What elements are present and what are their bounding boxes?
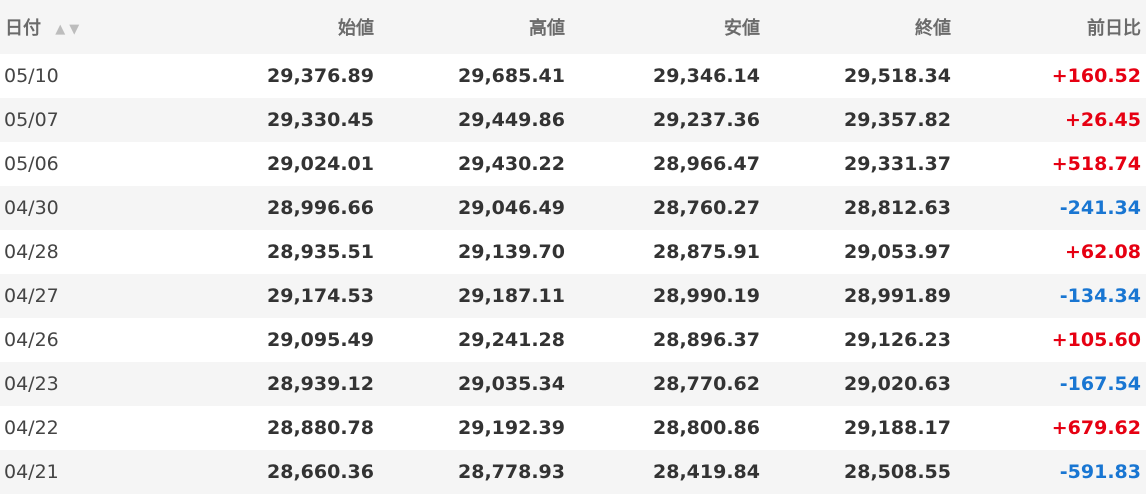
cell-open: 29,095.49 <box>180 318 377 362</box>
table-row: 04/22 28,880.78 29,192.39 28,800.86 29,1… <box>0 406 1146 450</box>
cell-close: 29,331.37 <box>762 142 954 186</box>
cell-change: +62.08 <box>954 230 1146 274</box>
cell-low: 28,760.27 <box>569 186 762 230</box>
cell-date: 04/27 <box>0 274 180 318</box>
table-row: 04/30 28,996.66 29,046.49 28,760.27 28,8… <box>0 186 1146 230</box>
sort-arrows[interactable]: ▲▼ <box>55 22 83 37</box>
table-row: 04/27 29,174.53 29,187.11 28,990.19 28,9… <box>0 274 1146 318</box>
cell-high: 29,241.28 <box>377 318 569 362</box>
cell-open: 28,880.78 <box>180 406 377 450</box>
table-row: 04/21 28,660.36 28,778.93 28,419.84 28,5… <box>0 450 1146 494</box>
cell-low: 28,419.84 <box>569 450 762 494</box>
header-low[interactable]: 安値 <box>569 0 762 54</box>
cell-open: 28,935.51 <box>180 230 377 274</box>
cell-open: 28,939.12 <box>180 362 377 406</box>
cell-date: 04/23 <box>0 362 180 406</box>
cell-open: 29,024.01 <box>180 142 377 186</box>
cell-change: -167.54 <box>954 362 1146 406</box>
cell-high: 29,139.70 <box>377 230 569 274</box>
cell-change: -134.34 <box>954 274 1146 318</box>
cell-date: 05/07 <box>0 98 180 142</box>
triangle-up-icon[interactable]: ▲ <box>55 22 69 37</box>
table-row: 05/10 29,376.89 29,685.41 29,346.14 29,5… <box>0 54 1146 98</box>
cell-high: 29,685.41 <box>377 54 569 98</box>
cell-high: 28,778.93 <box>377 450 569 494</box>
cell-high: 29,187.11 <box>377 274 569 318</box>
cell-date: 04/22 <box>0 406 180 450</box>
header-date-label: 日付 <box>5 18 41 39</box>
header-date[interactable]: 日付 ▲▼ <box>0 0 180 54</box>
cell-low: 28,966.47 <box>569 142 762 186</box>
cell-open: 29,376.89 <box>180 54 377 98</box>
table-row: 04/26 29,095.49 29,241.28 28,896.37 29,1… <box>0 318 1146 362</box>
cell-date: 04/28 <box>0 230 180 274</box>
price-history-table: 日付 ▲▼ 始値 高値 安値 終値 前日比 05/10 29,376.89 29… <box>0 0 1146 494</box>
cell-low: 28,875.91 <box>569 230 762 274</box>
cell-low: 29,346.14 <box>569 54 762 98</box>
table-row: 04/28 28,935.51 29,139.70 28,875.91 29,0… <box>0 230 1146 274</box>
cell-close: 29,020.63 <box>762 362 954 406</box>
cell-high: 29,430.22 <box>377 142 569 186</box>
cell-close: 29,126.23 <box>762 318 954 362</box>
table-row: 05/06 29,024.01 29,430.22 28,966.47 29,3… <box>0 142 1146 186</box>
cell-open: 29,174.53 <box>180 274 377 318</box>
cell-close: 29,357.82 <box>762 98 954 142</box>
table-header-row: 日付 ▲▼ 始値 高値 安値 終値 前日比 <box>0 0 1146 54</box>
header-change[interactable]: 前日比 <box>954 0 1146 54</box>
cell-high: 29,192.39 <box>377 406 569 450</box>
cell-high: 29,035.34 <box>377 362 569 406</box>
cell-change: +160.52 <box>954 54 1146 98</box>
cell-date: 04/26 <box>0 318 180 362</box>
cell-low: 28,990.19 <box>569 274 762 318</box>
cell-change: +26.45 <box>954 98 1146 142</box>
cell-close: 28,812.63 <box>762 186 954 230</box>
cell-open: 28,660.36 <box>180 450 377 494</box>
cell-change: +679.62 <box>954 406 1146 450</box>
cell-high: 29,046.49 <box>377 186 569 230</box>
table-row: 04/23 28,939.12 29,035.34 28,770.62 29,0… <box>0 362 1146 406</box>
cell-date: 04/30 <box>0 186 180 230</box>
cell-close: 28,508.55 <box>762 450 954 494</box>
cell-close: 29,188.17 <box>762 406 954 450</box>
cell-change: +105.60 <box>954 318 1146 362</box>
cell-low: 28,770.62 <box>569 362 762 406</box>
cell-close: 29,053.97 <box>762 230 954 274</box>
cell-change: -591.83 <box>954 450 1146 494</box>
cell-close: 28,991.89 <box>762 274 954 318</box>
cell-change: -241.34 <box>954 186 1146 230</box>
cell-open: 29,330.45 <box>180 98 377 142</box>
cell-close: 29,518.34 <box>762 54 954 98</box>
cell-date: 05/10 <box>0 54 180 98</box>
table-row: 05/07 29,330.45 29,449.86 29,237.36 29,3… <box>0 98 1146 142</box>
cell-low: 29,237.36 <box>569 98 762 142</box>
cell-high: 29,449.86 <box>377 98 569 142</box>
cell-date: 04/21 <box>0 450 180 494</box>
cell-low: 28,896.37 <box>569 318 762 362</box>
cell-low: 28,800.86 <box>569 406 762 450</box>
header-high[interactable]: 高値 <box>377 0 569 54</box>
cell-date: 05/06 <box>0 142 180 186</box>
header-close[interactable]: 終値 <box>762 0 954 54</box>
cell-change: +518.74 <box>954 142 1146 186</box>
triangle-down-icon[interactable]: ▼ <box>69 22 83 37</box>
header-open[interactable]: 始値 <box>180 0 377 54</box>
cell-open: 28,996.66 <box>180 186 377 230</box>
